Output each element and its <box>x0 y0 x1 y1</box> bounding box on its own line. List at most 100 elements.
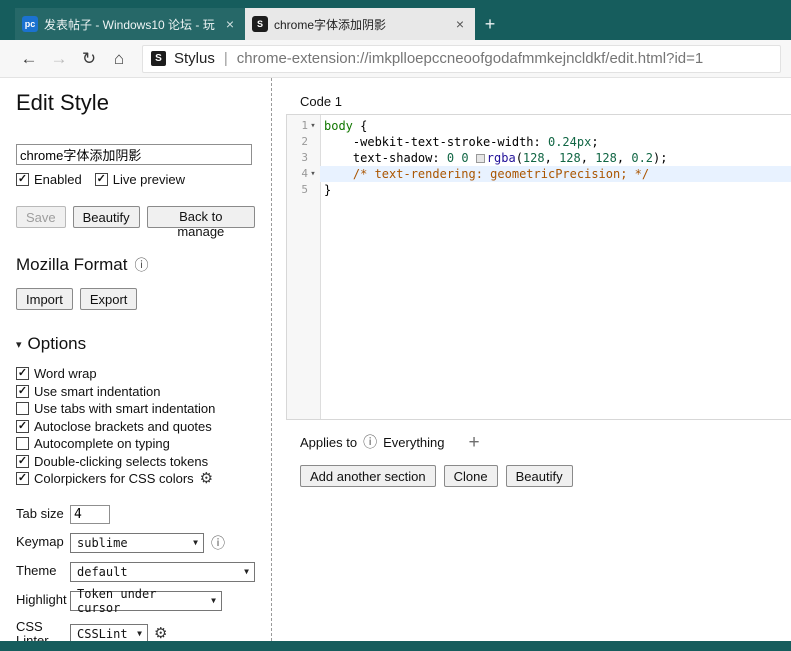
tab-size-input[interactable] <box>70 505 110 524</box>
checkbox[interactable]: ✓ <box>16 455 29 468</box>
live-preview-checkbox[interactable]: ✓ <box>95 173 108 186</box>
main-actions: Save Beautify Back to manage <box>16 206 255 228</box>
dropdown-arrow-icon: ▼ <box>193 538 198 547</box>
token-plain <box>469 151 476 165</box>
code-line[interactable]: 4▾ /* text-rendering: geometricPrecision… <box>287 166 791 182</box>
option-autocomplete[interactable]: Autocomplete on typing <box>16 435 242 453</box>
token-plain: ( <box>516 151 523 165</box>
fold-arrow-icon[interactable]: ▾ <box>308 166 318 182</box>
import-button[interactable]: Import <box>16 288 73 310</box>
token-num: 0 <box>447 151 454 165</box>
code-text[interactable]: -webkit-text-stroke-width: 0.24px; <box>320 134 791 150</box>
line-number: 3 <box>301 150 308 166</box>
code-text[interactable]: } <box>320 182 791 198</box>
options-heading[interactable]: ▾ Options <box>16 334 255 354</box>
forum-favicon: pc <box>22 16 38 32</box>
token-plain: { <box>353 119 367 133</box>
checkbox[interactable]: ✓ <box>16 367 29 380</box>
checkbox[interactable]: ✓ <box>16 420 29 433</box>
line-number: 1 <box>301 118 308 134</box>
code-text[interactable]: text-shadow: 0 0 rgba(128, 128, 128, 0.2… <box>320 150 791 166</box>
highlight-select[interactable]: Token under cursor ▼ <box>70 591 222 611</box>
add-another-section-button[interactable]: Add another section <box>300 465 436 487</box>
style-name-input[interactable] <box>16 144 252 165</box>
option-double-click-tokens[interactable]: ✓ Double-clicking selects tokens <box>16 453 242 471</box>
option-colorpickers[interactable]: ✓ Colorpickers for CSS colors ⚙ <box>16 470 242 488</box>
keymap-select[interactable]: sublime ▼ <box>70 533 204 553</box>
line-gutter: 1▾ <box>287 118 320 134</box>
checkbox[interactable]: ✓ <box>16 472 29 485</box>
tab-close-icon[interactable]: × <box>222 16 238 32</box>
tab-size-label: Tab size <box>16 507 70 521</box>
collapse-arrow-icon: ▾ <box>16 338 22 351</box>
live-preview-label: Live preview <box>113 172 185 187</box>
code-editor[interactable]: 1▾body {2 -webkit-text-stroke-width: 0.2… <box>286 114 791 420</box>
token-comment: /* text-rendering: geometricPrecision; *… <box>353 167 649 181</box>
token-num: 0.2 <box>631 151 653 165</box>
tab-stylus-editor[interactable]: S chrome字体添加阴影 × <box>245 8 475 40</box>
back-to-manage-button[interactable]: Back to manage <box>147 206 255 228</box>
forward-icon[interactable]: → <box>44 49 74 69</box>
dropdown-arrow-icon: ▼ <box>211 596 216 605</box>
export-button[interactable]: Export <box>80 288 138 310</box>
gear-icon[interactable]: ⚙ <box>154 626 167 641</box>
tab-size-row: Tab size <box>16 505 255 524</box>
checkbox[interactable]: ✓ <box>16 385 29 398</box>
keymap-value: sublime <box>77 536 128 550</box>
color-swatch-icon[interactable] <box>476 154 485 163</box>
beautify-button[interactable]: Beautify <box>73 206 140 228</box>
info-icon[interactable]: ⓘ <box>211 533 225 553</box>
option-autoclose-brackets[interactable]: ✓ Autoclose brackets and quotes <box>16 418 242 436</box>
gear-icon[interactable]: ⚙ <box>200 471 213 486</box>
checkbox[interactable] <box>16 402 29 415</box>
option-tabs-smart-indentation[interactable]: Use tabs with smart indentation <box>16 400 242 418</box>
tab-close-icon[interactable]: × <box>452 16 468 32</box>
option-smart-indentation[interactable]: ✓ Use smart indentation <box>16 383 242 401</box>
enabled-checkbox-row[interactable]: ✓ Enabled <box>16 172 82 187</box>
token-num: 128 <box>595 151 617 165</box>
save-button[interactable]: Save <box>16 206 66 228</box>
live-preview-checkbox-row[interactable]: ✓ Live preview <box>95 172 185 187</box>
fold-arrow-icon[interactable]: ▾ <box>308 118 318 134</box>
mozilla-format-title: Mozilla Format <box>16 255 127 275</box>
token-prop: -webkit-text-stroke-width <box>353 135 534 149</box>
page-content: Edit Style ✓ Enabled ✓ Live preview Save… <box>0 78 791 641</box>
refresh-icon[interactable]: ↻ <box>74 49 104 69</box>
stylus-favicon: S <box>252 16 268 32</box>
code-text[interactable]: /* text-rendering: geometricPrecision; *… <box>320 166 791 182</box>
options-list: ✓ Word wrap ✓ Use smart indentation Use … <box>16 365 255 488</box>
keymap-label: Keymap <box>16 535 70 549</box>
beautify-section-button[interactable]: Beautify <box>506 465 573 487</box>
option-label: Colorpickers for CSS colors <box>34 471 194 486</box>
code-line[interactable]: 5} <box>287 182 791 198</box>
info-icon[interactable]: ⓘ <box>363 432 377 452</box>
page-url: chrome-extension://imkplloepccneoofgodaf… <box>237 50 704 67</box>
code-section: Code 1 1▾body {2 -webkit-text-stroke-wid… <box>272 78 791 641</box>
navigation-bar: ← → ↻ ⌂ S Stylus | chrome-extension://im… <box>0 40 791 78</box>
theme-value: default <box>77 565 128 579</box>
new-tab-button[interactable]: + <box>475 8 505 40</box>
css-linter-select[interactable]: CSSLint ▼ <box>70 624 148 641</box>
clone-button[interactable]: Clone <box>444 465 498 487</box>
theme-select[interactable]: default ▼ <box>70 562 255 582</box>
tab-title: chrome字体添加阴影 <box>274 16 452 33</box>
code-line[interactable]: 2 -webkit-text-stroke-width: 0.24px; <box>287 134 791 150</box>
option-label: Double-clicking selects tokens <box>34 454 208 469</box>
checkbox[interactable] <box>16 437 29 450</box>
info-icon[interactable]: ⓘ <box>134 255 148 275</box>
address-bar[interactable]: S Stylus | chrome-extension://imkplloepc… <box>142 45 781 73</box>
token-plain: , <box>581 151 595 165</box>
token-plain: ; <box>591 135 598 149</box>
css-linter-row: CSS Linter CSSLint ▼ ⚙ <box>16 620 255 642</box>
tab-forum[interactable]: pc 发表帖子 - Windows10 论坛 - 玩 × <box>15 8 245 40</box>
enabled-checkbox[interactable]: ✓ <box>16 173 29 186</box>
code-line[interactable]: 1▾body { <box>287 118 791 134</box>
option-word-wrap[interactable]: ✓ Word wrap <box>16 365 242 383</box>
token-atom: rgba <box>487 151 516 165</box>
add-applies-to-button[interactable]: + <box>469 433 480 452</box>
code-text[interactable]: body { <box>320 118 791 134</box>
home-icon[interactable]: ⌂ <box>104 49 134 69</box>
back-icon[interactable]: ← <box>14 49 44 69</box>
code-line[interactable]: 3 text-shadow: 0 0 rgba(128, 128, 128, 0… <box>287 150 791 166</box>
extension-name: Stylus <box>174 50 215 67</box>
